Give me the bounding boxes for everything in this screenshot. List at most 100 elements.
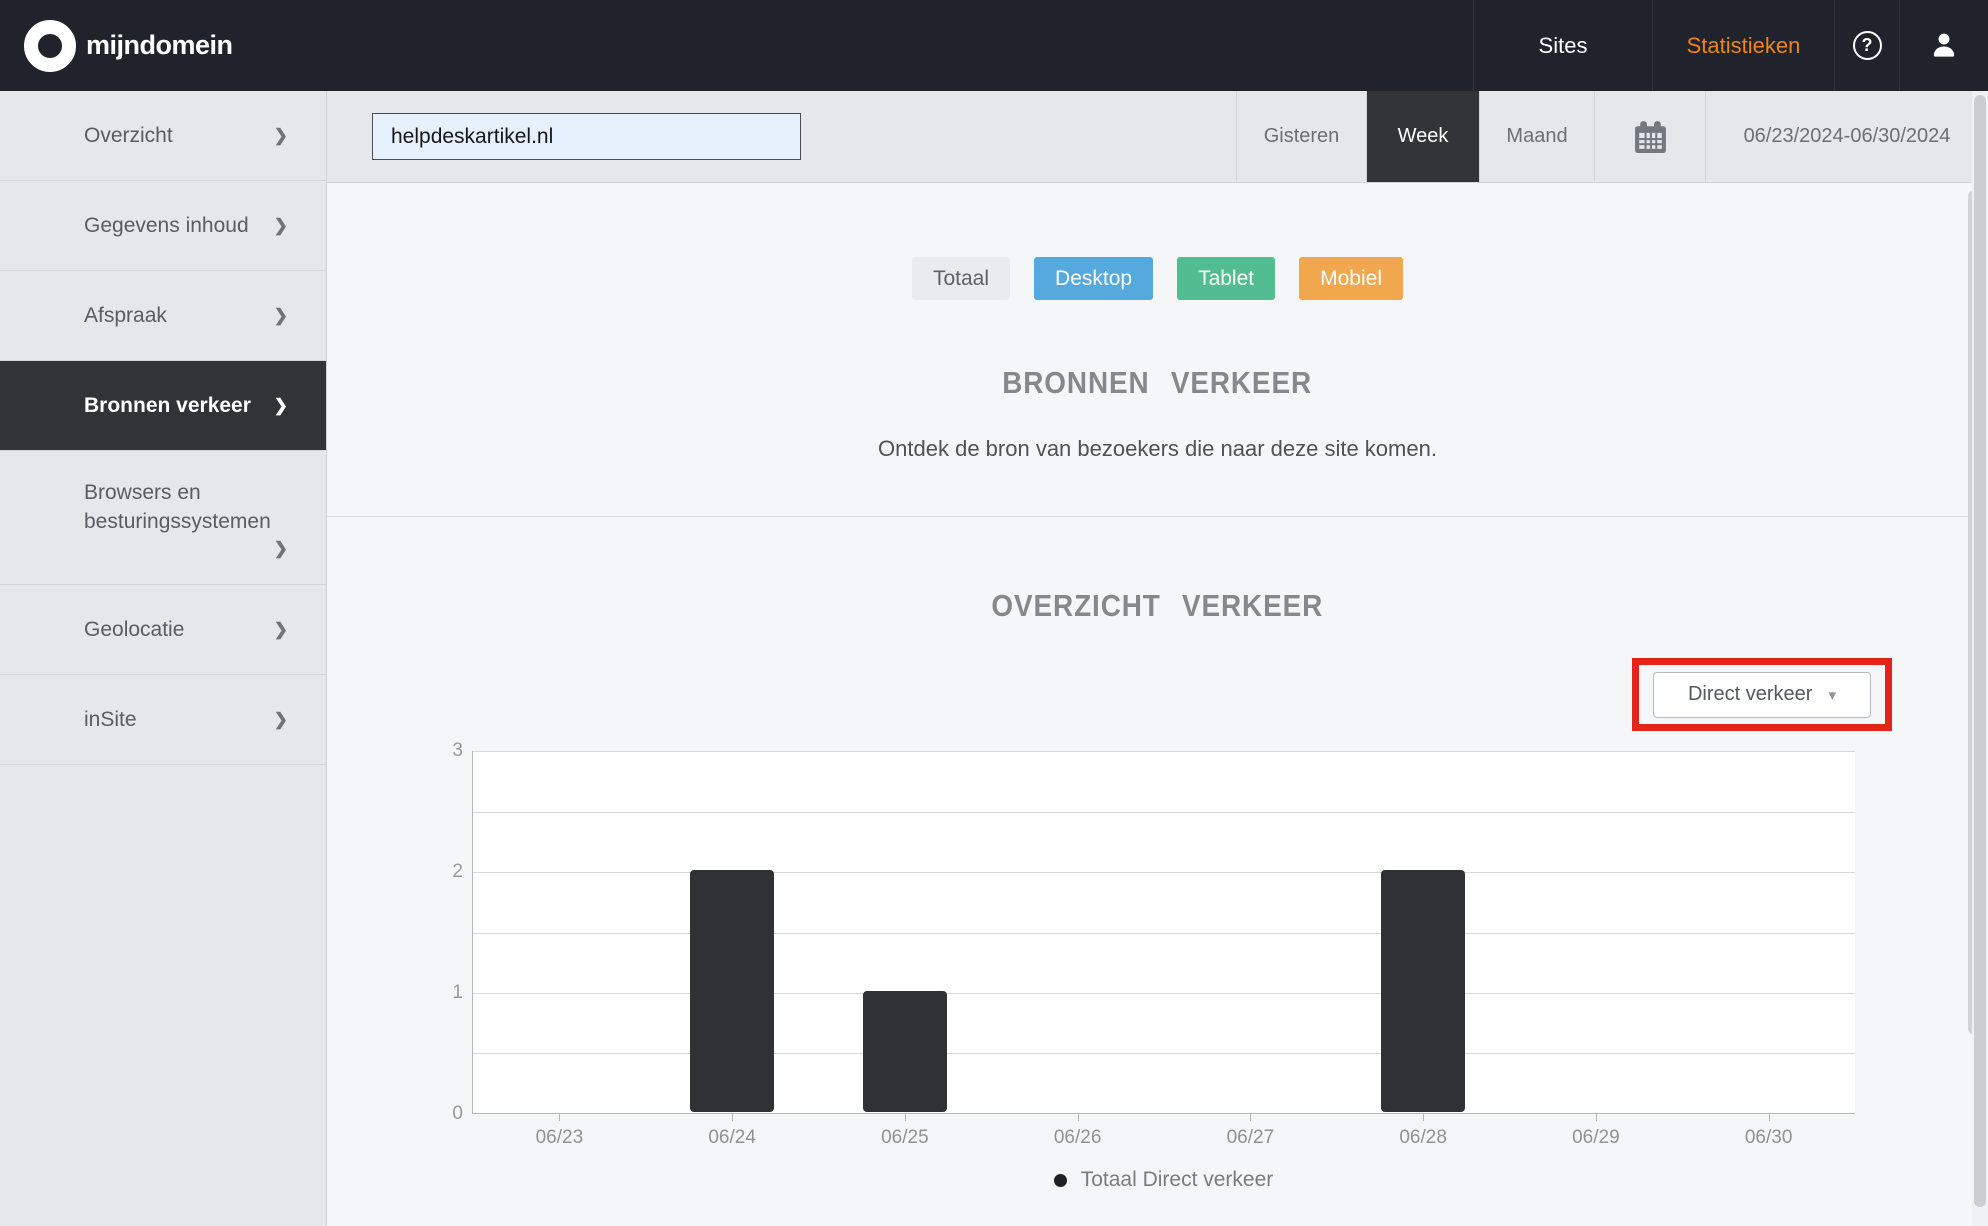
chevron-right-icon: ❯: [274, 710, 288, 730]
sidebar-item-afspraak[interactable]: Afspraak ❯: [0, 271, 326, 361]
section-divider: [327, 516, 1988, 517]
date-range-text: 06/23/2024-06/30/2024: [1744, 125, 1951, 148]
bar-06-24[interactable]: [690, 870, 774, 1112]
chevron-down-icon: ▾: [1828, 686, 1836, 704]
x-tick-label: 06/28: [1399, 1127, 1447, 1149]
chart-column: 06/23: [473, 751, 646, 1114]
page-scrollbar-thumb[interactable]: [1974, 95, 1986, 1207]
x-tick: [1250, 1114, 1251, 1121]
sidebar-item-overzicht[interactable]: Overzicht ❯: [0, 91, 326, 181]
question-mark-icon: ?: [1853, 31, 1882, 60]
sidebar-item-gegevens-inhoud[interactable]: Gegevens inhoud ❯: [0, 181, 326, 271]
x-tick-label: 06/27: [1227, 1127, 1275, 1149]
chevron-right-icon: ❯: [274, 620, 288, 640]
chevron-right-icon: ❯: [274, 306, 288, 326]
y-tick-label: 0: [452, 1103, 463, 1125]
chevron-right-icon: ❯: [274, 216, 288, 236]
traffic-source-dropdown[interactable]: Direct verkeer ▾: [1653, 672, 1871, 718]
filter-tablet-button[interactable]: Tablet: [1177, 257, 1275, 300]
period-button-maand[interactable]: Maand: [1479, 91, 1594, 182]
toolbar: Gisteren Week Maand: [327, 91, 1988, 183]
mijndomein-logo[interactable]: mijndomein: [24, 20, 233, 72]
top-nav-menu: Sites Statistieken ?: [1473, 0, 1988, 91]
chart-column: 06/29: [1510, 751, 1683, 1114]
dropdown-value: Direct verkeer: [1688, 683, 1812, 706]
sidebar-item-label: Afspraak: [84, 304, 167, 328]
mijndomein-ring-icon: [24, 20, 76, 72]
chevron-right-icon: ❯: [274, 126, 288, 146]
sidebar-item-geolocatie[interactable]: Geolocatie ❯: [0, 585, 326, 675]
x-tick-label: 06/25: [881, 1127, 929, 1149]
x-tick: [559, 1114, 560, 1121]
sidebar: Overzicht ❯ Gegevens inhoud ❯ Afspraak ❯…: [0, 91, 327, 1226]
y-tick-label: 1: [452, 982, 463, 1004]
user-icon: [1928, 30, 1960, 62]
x-tick: [1596, 1114, 1597, 1121]
chart-column: 06/28: [1337, 751, 1510, 1114]
filter-totaal-button[interactable]: Totaal: [912, 257, 1010, 300]
chart-column: 06/30: [1682, 751, 1855, 1114]
annotation-highlight-box: Direct verkeer ▾: [1632, 658, 1892, 731]
device-filter-row: Totaal Desktop Tablet Mobiel: [327, 257, 1988, 300]
period-button-week[interactable]: Week: [1366, 91, 1479, 182]
logo-text: mijndomein: [86, 30, 233, 61]
x-tick: [1423, 1114, 1424, 1121]
sidebar-item-label: Geolocatie: [84, 618, 184, 642]
chevron-right-icon: ❯: [274, 539, 288, 559]
x-tick-label: 06/26: [1054, 1127, 1102, 1149]
calendar-button[interactable]: [1594, 91, 1705, 182]
nav-item-sites[interactable]: Sites: [1473, 0, 1652, 91]
page-scrollbar[interactable]: [1972, 91, 1988, 1226]
nav-statistieken-label: Statistieken: [1687, 33, 1801, 59]
help-button[interactable]: ?: [1834, 0, 1899, 91]
filter-desktop-button[interactable]: Desktop: [1034, 257, 1153, 300]
sidebar-item-bronnen-verkeer[interactable]: Bronnen verkeer ❯: [0, 361, 326, 451]
account-button[interactable]: [1899, 0, 1988, 91]
bar-06-25[interactable]: [863, 991, 947, 1112]
traffic-bar-chart: 3 2 1 0 06/23 06/24: [472, 751, 1855, 1114]
chart-column: 06/25: [819, 751, 992, 1114]
sidebar-item-insite[interactable]: inSite ❯: [0, 675, 326, 765]
x-tick-label: 06/23: [536, 1127, 584, 1149]
filter-mobiel-button[interactable]: Mobiel: [1299, 257, 1403, 300]
bar-06-28[interactable]: [1381, 870, 1465, 1112]
maand-label: Maand: [1506, 125, 1567, 148]
calendar-icon: [1632, 118, 1669, 155]
period-button-gisteren[interactable]: Gisteren: [1236, 91, 1366, 182]
site-input[interactable]: [372, 113, 801, 160]
nav-sites-label: Sites: [1539, 33, 1588, 59]
sidebar-item-label: inSite: [84, 708, 137, 732]
y-tick-label: 3: [452, 740, 463, 762]
content-area: Totaal Desktop Tablet Mobiel BRONNEN VER…: [327, 183, 1988, 1226]
legend-marker-icon: [1054, 1174, 1067, 1187]
chart-title: OVERZICHT VERKEER: [327, 587, 1988, 625]
chevron-right-icon: ❯: [274, 396, 288, 416]
sidebar-item-label: Overzicht: [84, 124, 173, 148]
top-navigation: mijndomein Sites Statistieken ?: [0, 0, 1988, 91]
sidebar-item-label: Browsers en besturingssystemen: [84, 478, 288, 536]
x-tick-label: 06/30: [1745, 1127, 1793, 1149]
x-tick: [1078, 1114, 1079, 1121]
section-subtitle: Ontdek de bron van bezoekers die naar de…: [327, 435, 1988, 463]
y-tick-label: 2: [452, 861, 463, 883]
week-label: Week: [1398, 125, 1449, 148]
chart-legend: Totaal Direct verkeer: [472, 1168, 1855, 1192]
sidebar-item-label: Gegevens inhoud: [84, 214, 249, 238]
legend-label: Totaal Direct verkeer: [1081, 1168, 1274, 1192]
sidebar-item-browsers-besturingssystemen[interactable]: Browsers en besturingssystemen ❯: [0, 451, 326, 585]
nav-item-statistieken[interactable]: Statistieken: [1652, 0, 1834, 91]
toolbar-spacer: [801, 91, 1236, 182]
x-tick-label: 06/24: [708, 1127, 756, 1149]
x-tick: [1769, 1114, 1770, 1121]
chart-column: 06/26: [991, 751, 1164, 1114]
chart-column: 06/27: [1164, 751, 1337, 1114]
chart-column: 06/24: [646, 751, 819, 1114]
section-title: BRONNEN VERKEER: [327, 364, 1988, 402]
chart-columns: 06/23 06/24 06/25 06: [473, 751, 1855, 1114]
x-tick-label: 06/29: [1572, 1127, 1620, 1149]
gisteren-label: Gisteren: [1264, 125, 1340, 148]
sidebar-item-label: Bronnen verkeer: [84, 394, 251, 418]
x-tick: [732, 1114, 733, 1121]
x-tick: [905, 1114, 906, 1121]
date-range-display[interactable]: 06/23/2024-06/30/2024: [1705, 91, 1988, 182]
